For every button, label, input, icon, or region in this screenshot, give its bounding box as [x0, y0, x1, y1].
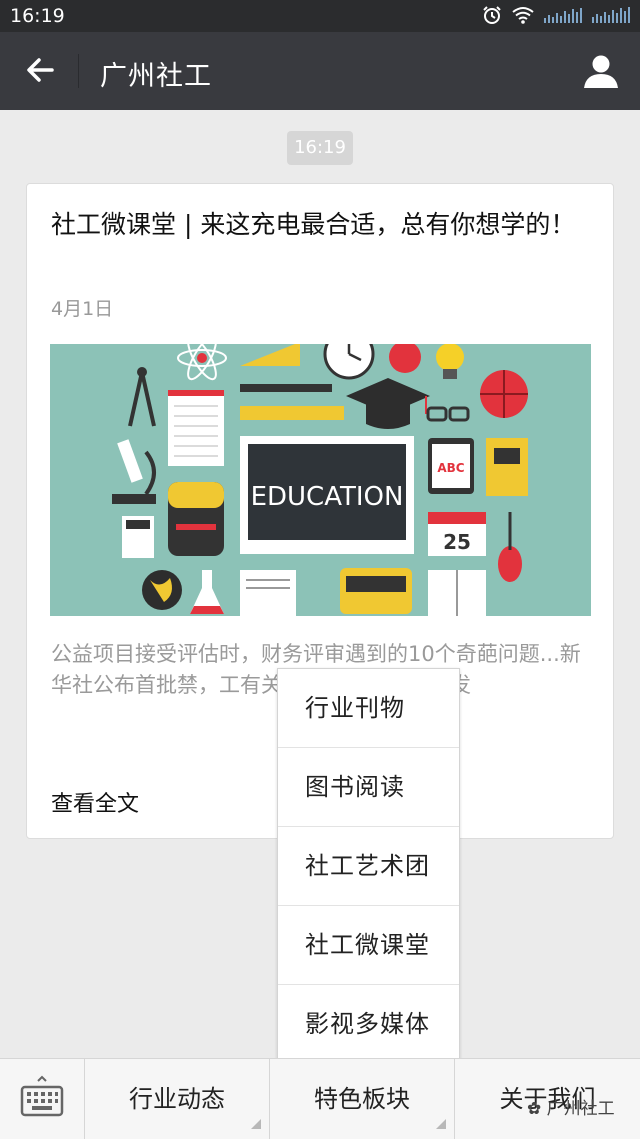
globe-icon — [142, 570, 182, 610]
calculator-icon — [122, 516, 154, 558]
basketball-icon — [480, 370, 528, 418]
keyboard-icon[interactable] — [18, 1073, 66, 1121]
article-banner-image[interactable]: EDUCATION ABC 25 — [50, 344, 591, 616]
banner-education-text: EDUCATION — [251, 482, 404, 512]
keyboard-toggle-button[interactable] — [0, 1059, 85, 1139]
notepad-icon — [168, 390, 224, 466]
submenu-popup: 行业刊物 图书阅读 社工艺术团 社工微课堂 影视多媒体 — [277, 668, 460, 1060]
nav-divider — [78, 54, 79, 88]
page-title: 广州社工 — [100, 61, 212, 92]
open-book-icon — [428, 570, 486, 616]
signal-icon — [544, 7, 582, 23]
signal-icon — [592, 7, 630, 23]
submenu-item-micro-class[interactable]: 社工微课堂 — [278, 906, 459, 985]
menu-industry-news[interactable]: 行业动态 — [85, 1059, 270, 1139]
submenu-indicator-icon — [251, 1119, 261, 1129]
watermark: ✿ 广州社工 — [527, 1093, 632, 1125]
blackboard-icon: EDUCATION — [240, 436, 414, 554]
document-icon — [240, 570, 296, 616]
article-title[interactable]: 社工微课堂 | 来这充电最合适，总有你想学的！ — [51, 206, 591, 244]
watermark-logo-icon: ✿ — [527, 1099, 542, 1119]
status-time: 16:19 — [10, 5, 65, 27]
tablet-icon: ABC — [428, 438, 474, 494]
message-timestamp: 16:19 — [287, 131, 353, 165]
submenu-item-multimedia[interactable]: 影视多媒体 — [278, 985, 459, 1063]
banner-calendar-text: 25 — [443, 530, 471, 554]
person-icon[interactable] — [582, 52, 620, 90]
watermark-text: 广州社工 — [546, 1099, 615, 1119]
status-bar: 16:19 — [0, 0, 640, 32]
menu-featured-section[interactable]: 特色板块 — [270, 1059, 455, 1139]
school-bus-icon — [340, 568, 412, 614]
submenu-item-book-reading[interactable]: 图书阅读 — [278, 748, 459, 827]
menu-industry-news-label: 行业动态 — [129, 1085, 225, 1113]
menu-featured-section-label: 特色板块 — [314, 1085, 410, 1113]
banner-abc-text: ABC — [437, 461, 464, 475]
read-more-link[interactable]: 查看全文 — [51, 786, 139, 818]
alarm-icon — [483, 6, 501, 24]
book-icon — [486, 438, 528, 496]
backpack-icon — [168, 482, 224, 556]
wifi-icon — [512, 7, 534, 24]
nav-bar: 广州社工 — [0, 32, 640, 110]
pencil-icon — [240, 384, 332, 392]
calendar-icon: 25 — [428, 512, 486, 556]
back-arrow-icon[interactable] — [22, 52, 58, 88]
ruler-icon — [240, 406, 344, 420]
submenu-item-industry-journal[interactable]: 行业刊物 — [278, 669, 459, 748]
submenu-item-art-troupe[interactable]: 社工艺术团 — [278, 827, 459, 906]
clock-icon — [323, 344, 375, 380]
article-date: 4月1日 — [51, 298, 114, 320]
submenu-indicator-icon — [436, 1119, 446, 1129]
